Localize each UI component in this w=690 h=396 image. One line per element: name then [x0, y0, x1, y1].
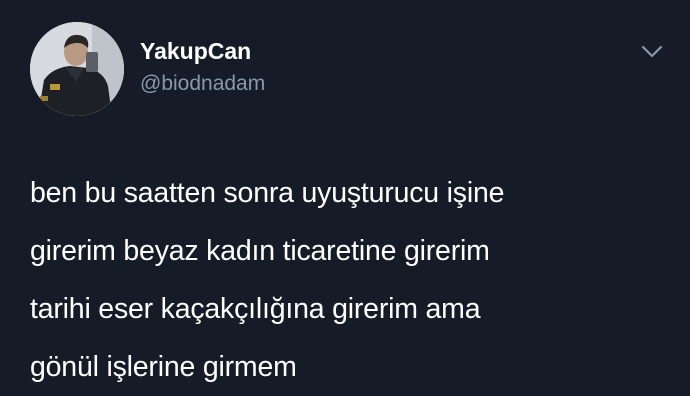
chevron-down-icon[interactable]: [640, 44, 664, 60]
tweet-text: ben bu saatten sonra uyuşturucu işine gi…: [30, 164, 680, 396]
tweet-card: YakupCan @biodnadam ben bu saatten sonra…: [0, 0, 690, 392]
author-handle[interactable]: @biodnadam: [140, 72, 265, 96]
tweet-line: gönül işlerine girmem: [30, 351, 297, 383]
avatar[interactable]: [30, 22, 124, 116]
profile-photo-icon: [30, 22, 124, 116]
author-display-name[interactable]: YakupCan: [140, 38, 251, 64]
tweet-line: ben bu saatten sonra uyuşturucu işine: [30, 177, 505, 209]
tweet-line: tarihi eser kaçakçılığına girerim ama: [30, 293, 481, 325]
tweet-line: girerim beyaz kadın ticaretine girerim: [30, 235, 490, 267]
